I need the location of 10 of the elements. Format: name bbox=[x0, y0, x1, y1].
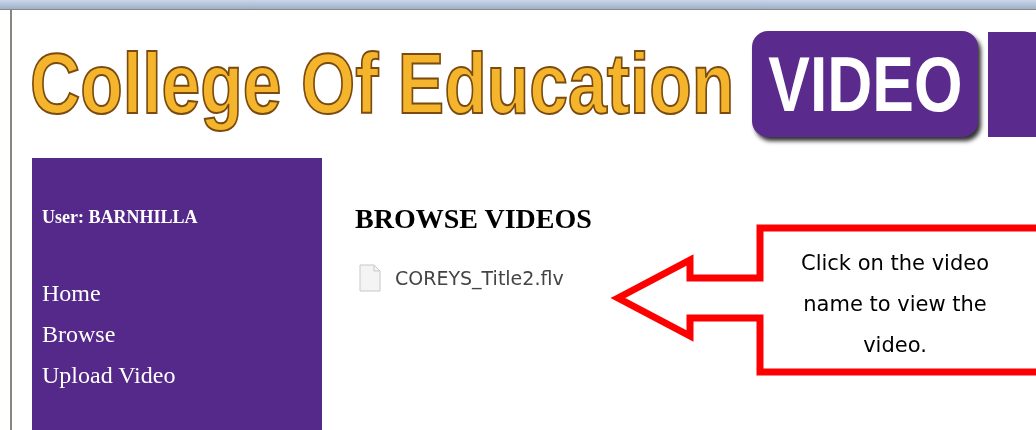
callout-text: Click on the video name to view the video. bbox=[799, 250, 990, 359]
nav-link[interactable]: Upload Video bbox=[42, 355, 176, 396]
video-logo-badge: VIDEO bbox=[752, 31, 978, 137]
file-icon bbox=[359, 264, 381, 293]
video-file-link[interactable]: COREYS_Title2.flv bbox=[395, 264, 564, 293]
user-label: User: BARNHILLA bbox=[42, 206, 199, 229]
site-title: College Of Education bbox=[30, 34, 735, 134]
nav-link[interactable]: Home bbox=[42, 273, 101, 314]
page-heading: BROWSE VIDEOS bbox=[355, 202, 592, 236]
nav-link[interactable]: Browse bbox=[42, 314, 116, 355]
